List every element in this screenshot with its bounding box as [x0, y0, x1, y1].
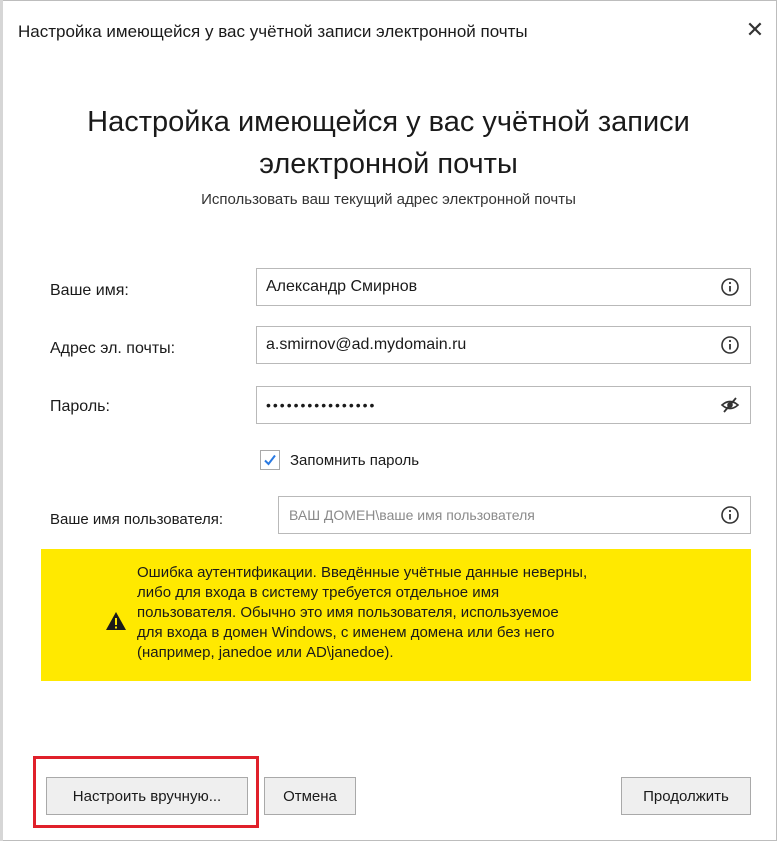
username-placeholder: ВАШ ДОМЕН\ваше имя пользователя [289, 507, 535, 523]
check-icon [264, 454, 276, 466]
password-label: Пароль: [50, 398, 110, 415]
password-value: •••••••••••••••• [266, 397, 377, 413]
page-title-line-1: Настройка имеющейся у вас учётной записи [87, 106, 690, 138]
auth-error-message: Ошибка аутентификации. Введённые учётные… [137, 563, 697, 663]
username-field[interactable]: ВАШ ДОМЕН\ваше имя пользователя [278, 496, 751, 534]
warning-icon [105, 611, 127, 631]
title-bar: Настройка имеющейся у вас учётной записи… [1, 1, 776, 63]
auth-error-line: либо для входа в систему требуется отдел… [137, 584, 500, 601]
info-icon[interactable] [720, 277, 740, 297]
page-title: Настройка имеющейся у вас учётной записи… [61, 101, 716, 185]
account-setup-dialog: Настройка имеющейся у вас учётной записи… [0, 0, 777, 841]
name-value: Александр Смирнов [266, 278, 418, 295]
page-title-line-2: электронной почты [259, 148, 518, 180]
email-value: a.smirnov@ad.mydomain.ru [266, 336, 467, 353]
auth-error-line: для входа в домен Windows, с именем доме… [137, 624, 555, 641]
cancel-button[interactable]: Отмена [264, 777, 356, 815]
auth-error-alert: Ошибка аутентификации. Введённые учётные… [41, 549, 751, 681]
window-edge [0, 0, 3, 841]
password-field[interactable]: •••••••••••••••• [256, 386, 751, 424]
email-field[interactable]: a.smirnov@ad.mydomain.ru [256, 326, 751, 364]
auth-error-line: пользователя. Обычно это имя пользовател… [137, 604, 559, 621]
page-subtitle: Использовать ваш текущий адрес электронн… [201, 191, 576, 208]
close-icon: ✕ [745, 17, 765, 42]
window-title: Настройка имеющейся у вас учётной записи… [18, 22, 528, 41]
eye-slash-icon[interactable] [720, 395, 740, 415]
name-label: Ваше имя: [50, 282, 129, 299]
name-field[interactable]: Александр Смирнов [256, 268, 751, 306]
info-icon[interactable] [720, 335, 740, 355]
remember-password[interactable]: Запомнить пароль [260, 450, 419, 470]
info-icon[interactable] [720, 505, 740, 525]
remember-password-label: Запомнить пароль [290, 451, 420, 469]
remember-password-checkbox[interactable] [260, 450, 280, 470]
continue-button[interactable]: Продолжить [621, 777, 751, 815]
close-button[interactable]: ✕ [740, 15, 770, 45]
username-label: Ваше имя пользователя: [50, 511, 224, 528]
auth-error-line: (например, janedoe или AD\janedoe). [137, 644, 394, 661]
manual-config-highlight [33, 756, 259, 828]
email-label: Адрес эл. почты: [50, 340, 176, 357]
auth-error-line: Ошибка аутентификации. Введённые учётные… [137, 564, 588, 581]
